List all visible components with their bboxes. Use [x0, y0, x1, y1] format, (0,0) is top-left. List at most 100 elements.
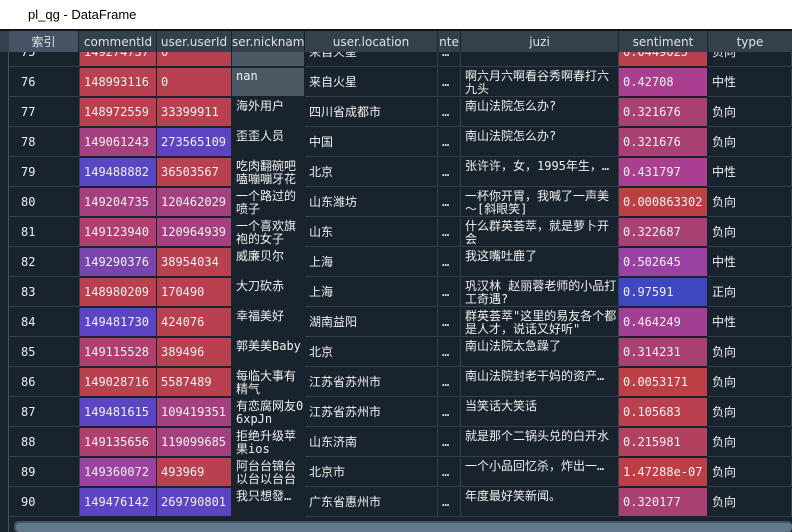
cell-index[interactable]: 81: [9, 218, 80, 247]
cell-location[interactable]: 中国: [305, 128, 438, 157]
cell-nte[interactable]: …: [438, 68, 461, 97]
cell-location[interactable]: 山东潍坊: [305, 188, 438, 217]
cell-commentid[interactable]: 149061243: [80, 128, 157, 157]
cell-sentiment[interactable]: 0.322687: [619, 218, 708, 247]
cell-nte[interactable]: …: [438, 98, 461, 127]
cell-nte[interactable]: …: [438, 458, 461, 487]
cell-commentid[interactable]: 149476142: [80, 488, 157, 517]
cell-type[interactable]: 中性: [708, 158, 792, 187]
cell-nte[interactable]: …: [438, 248, 461, 277]
table-row[interactable]: 77 148972559 33399911 海外用户 四川省成都市… 南山法院怎么办? 0.…: [0, 98, 792, 128]
cell-index[interactable]: 77: [9, 98, 80, 127]
cell-sentiment[interactable]: 1.47288e-07: [619, 458, 708, 487]
cell-commentid[interactable]: 149290376: [80, 248, 157, 277]
table-row[interactable]: 79 149488882 36503567 吃肉翻碗吧嗑嘣嘣牙花 北京… 张许许，女，19…: [0, 158, 792, 188]
cell-index[interactable]: 88: [9, 428, 80, 457]
cell-type[interactable]: 负向: [708, 218, 792, 247]
cell-userid[interactable]: 38954034: [157, 248, 232, 277]
cell-type[interactable]: 中性: [708, 68, 792, 97]
table-row[interactable]: 80 149204735 120462029 一个路过的喷子 山东潍坊… 一杯你开胃，我喊…: [0, 188, 792, 218]
header-nte[interactable]: nte: [438, 31, 461, 52]
header-index[interactable]: 索引: [9, 31, 79, 52]
cell-location[interactable]: 江苏省苏州市: [305, 368, 438, 397]
cell-nickname[interactable]: 吃肉翻碗吧嗑嘣嘣牙花: [232, 158, 305, 187]
cell-location[interactable]: 山东: [305, 218, 438, 247]
cell-index[interactable]: 82: [9, 248, 80, 277]
cell-juzi[interactable]: 南山法院封老干妈的资产…: [461, 368, 619, 397]
table-row[interactable]: 83 148980209 170490 大刀砍赤 上海… 巩汉林 赵丽蓉老师的小品打工奇遇…: [0, 278, 792, 308]
cell-type[interactable]: 负向: [708, 98, 792, 127]
cell-userid[interactable]: 120964939: [157, 218, 232, 247]
cell-commentid[interactable]: 149481730: [80, 308, 157, 337]
table-row[interactable]: 76 148993116 0 nan 来自火星… 啊六月六啊看谷秀啊春打六九头 0.4270…: [0, 68, 792, 98]
cell-nte[interactable]: …: [438, 488, 461, 517]
cell-commentid[interactable]: 149360072: [80, 458, 157, 487]
cell-location[interactable]: 上海: [305, 248, 438, 277]
cell-juzi[interactable]: 南山法院怎么办?: [461, 98, 619, 127]
cell-sentiment[interactable]: 0.321676: [619, 128, 708, 157]
cell-location[interactable]: 四川省成都市: [305, 98, 438, 127]
header-juzi[interactable]: juzi: [461, 31, 619, 52]
scrollbar-thumb[interactable]: [16, 523, 792, 532]
cell-nte[interactable]: …: [438, 158, 461, 187]
cell-sentiment[interactable]: 0.502645: [619, 248, 708, 277]
table-row[interactable]: 88 149135656 119099685 拒绝升级苹果ios 山东济南… 就是那个二锅…: [0, 428, 792, 458]
cell-commentid[interactable]: 149481615: [80, 398, 157, 427]
cell-juzi[interactable]: 我这嘴吐鹿了: [461, 248, 619, 277]
cell-userid[interactable]: 424076: [157, 308, 232, 337]
table-row[interactable]: 85 149115528 389496 郭美美Baby 北京… 南山法院太急躁了 0.314…: [0, 338, 792, 368]
cell-juzi[interactable]: 南山法院怎么办?: [461, 128, 619, 157]
cell-type[interactable]: 负向: [708, 398, 792, 427]
cell-nickname[interactable]: 郭美美Baby: [232, 338, 305, 367]
cell-index[interactable]: 86: [9, 368, 80, 397]
cell-userid[interactable]: 269790801: [157, 488, 232, 517]
cell-type[interactable]: 负向: [708, 338, 792, 367]
cell-juzi[interactable]: 巩汉林 赵丽蓉老师的小品打工奇遇?: [461, 278, 619, 307]
cell-nte[interactable]: …: [438, 338, 461, 367]
cell-nickname[interactable]: nan: [232, 68, 305, 97]
cell-index[interactable]: 84: [9, 308, 80, 337]
cell-nickname[interactable]: 拒绝升级苹果ios: [232, 428, 305, 457]
cell-sentiment[interactable]: 0.0053171: [619, 368, 708, 397]
cell-location[interactable]: 湖南益阳: [305, 308, 438, 337]
cell-index[interactable]: 90: [9, 488, 80, 517]
cell-commentid[interactable]: 149135656: [80, 428, 157, 457]
table-row[interactable]: 89 149360072 493969 阿台台锦台以台以台台 北京市… 一个小品回忆杀，炸…: [0, 458, 792, 488]
cell-nickname[interactable]: 幸福美好: [232, 308, 305, 337]
cell-sentiment[interactable]: 0.000863302: [619, 188, 708, 217]
cell-index[interactable]: 79: [9, 158, 80, 187]
table-row[interactable]: 90 149476142 269790801 我只想發… 广东省惠州市… 年度最好笑新闻。…: [0, 488, 792, 518]
cell-userid[interactable]: 0: [157, 68, 232, 97]
cell-userid[interactable]: 36503567: [157, 158, 232, 187]
cell-userid[interactable]: 33399911: [157, 98, 232, 127]
cell-nickname[interactable]: 我只想發…: [232, 488, 305, 517]
cell-sentiment[interactable]: 0.42708: [619, 68, 708, 97]
cell-nte[interactable]: …: [438, 308, 461, 337]
cell-nte[interactable]: …: [438, 188, 461, 217]
cell-sentiment[interactable]: 0.321676: [619, 98, 708, 127]
cell-sentiment[interactable]: 0.464249: [619, 308, 708, 337]
cell-userid[interactable]: 493969: [157, 458, 232, 487]
cell-commentid[interactable]: 149204735: [80, 188, 157, 217]
cell-index[interactable]: 87: [9, 398, 80, 427]
cell-commentid[interactable]: 148993116: [80, 68, 157, 97]
cell-location[interactable]: 来自火星: [305, 68, 438, 97]
cell-location[interactable]: 北京: [305, 338, 438, 367]
cell-nickname[interactable]: 一个路过的喷子: [232, 188, 305, 217]
table-row[interactable]: 81 149123940 120964939 一个喜欢旗袍的女子 山东… 什么群英荟萃，就…: [0, 218, 792, 248]
cell-juzi[interactable]: 群英荟萃"这里的易友各个都是人才，说话又好听": [461, 308, 619, 337]
cell-juzi[interactable]: 张许许，女，1995年生，…: [461, 158, 619, 187]
cell-index[interactable]: 85: [9, 338, 80, 367]
cell-userid[interactable]: 109419351: [157, 398, 232, 427]
cell-juzi[interactable]: 什么群英荟萃，就是萝卜开会: [461, 218, 619, 247]
cell-type[interactable]: 负向: [708, 188, 792, 217]
header-location[interactable]: user.location: [305, 31, 438, 52]
cell-location[interactable]: 山东济南: [305, 428, 438, 457]
table-row[interactable]: 87 149481615 109419351 有恋腐网友06xpJn 江苏省苏州市… 当笑…: [0, 398, 792, 428]
cell-index[interactable]: 80: [9, 188, 80, 217]
cell-juzi[interactable]: 年度最好笑新闻。: [461, 488, 619, 517]
cell-type[interactable]: 正向: [708, 278, 792, 307]
cell-type[interactable]: 负向: [708, 428, 792, 457]
cell-nickname[interactable]: 威廉贝尔: [232, 248, 305, 277]
cell-userid[interactable]: 170490: [157, 278, 232, 307]
